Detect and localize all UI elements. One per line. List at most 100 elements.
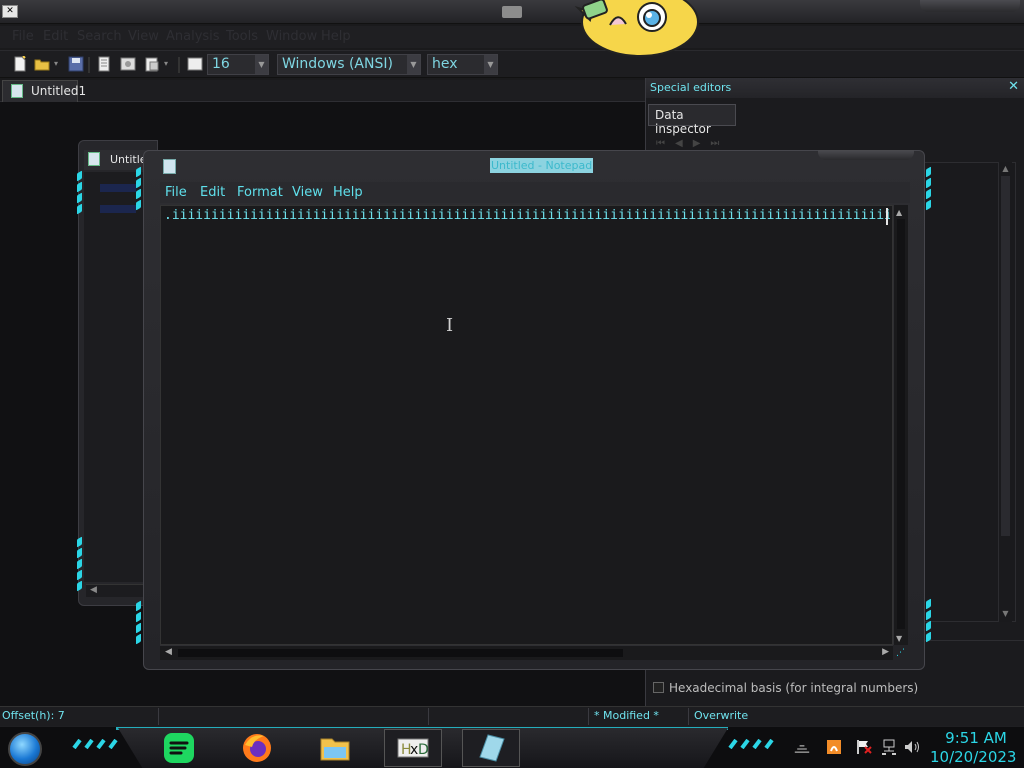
scroll-right-icon[interactable]: ▶ (882, 647, 889, 657)
frame-accent-left-bottom (77, 536, 83, 593)
tab-untitled1[interactable]: Untitled1 (2, 80, 86, 102)
menu-window[interactable]: Window (266, 29, 317, 44)
hex-basis-label: Hexadecimal basis (for integral numbers) (669, 681, 919, 695)
hxd-menu-bar: File Edit Search View Analysis Tools Win… (0, 26, 1024, 48)
vertical-scrollbar[interactable]: ▲ ▼ (893, 205, 908, 645)
frame-accent-left-top (136, 166, 142, 212)
notepad-icon[interactable] (163, 159, 176, 174)
hxd-app-icon[interactable]: ✕ (2, 5, 18, 18)
tab-data-inspector[interactable]: Data inspector (648, 104, 736, 136)
notepad-text-area[interactable] (160, 205, 893, 645)
chevron-down-icon[interactable]: ▼ (407, 55, 420, 74)
child-blurred-text (100, 184, 136, 192)
hex-basis-checkbox[interactable] (653, 682, 664, 693)
ram-editor-icon[interactable] (144, 56, 160, 72)
child-tab-label: Untitle (110, 153, 147, 166)
vertical-scrollbar[interactable]: ▲ ▼ (998, 162, 1012, 622)
copy-page-icon[interactable] (96, 56, 112, 72)
hxd-title-bar: ✕ (0, 0, 1024, 24)
taskbar: H x D (0, 726, 1024, 768)
scroll-track[interactable] (897, 219, 905, 629)
anime-character-sticker (574, 0, 699, 57)
offset-base-select[interactable]: hex ▼ (427, 54, 498, 75)
notepad-title: Untitled - Notepad (490, 158, 594, 173)
child-blurred-text (100, 205, 136, 213)
chevron-down-icon[interactable]: ▼ (255, 55, 268, 74)
hex-file-icon (88, 152, 100, 166)
java-update-icon[interactable] (826, 739, 842, 755)
scroll-left-icon[interactable]: ◀ (165, 647, 172, 657)
resize-grip-icon[interactable]: ⋰ (896, 648, 905, 658)
clock-date[interactable]: 10/20/2023 (930, 748, 1016, 766)
scroll-down-icon[interactable]: ▼ (896, 634, 902, 643)
scroll-thumb[interactable] (1001, 176, 1010, 536)
bytes-per-row-select[interactable]: 16 ▼ (207, 54, 269, 75)
svg-text:D: D (418, 742, 429, 758)
hxd-tab-strip: Untitled1 (0, 80, 645, 102)
bytes-per-row-value: 16 (212, 56, 230, 72)
action-center-flag-icon[interactable] (856, 739, 872, 755)
disk-editor-icon[interactable] (120, 56, 136, 72)
show-hidden-icons-icon[interactable] (794, 741, 810, 757)
hxd-status-bar: Offset(h): 7 * Modified * Overwrite (0, 706, 1024, 726)
menu-analysis[interactable]: Analysis (166, 29, 220, 44)
menu-help[interactable]: Help (333, 185, 363, 200)
network-icon[interactable] (881, 739, 897, 755)
status-mode: Overwrite (694, 709, 749, 722)
bytes-per-row-icon (187, 57, 203, 71)
tools-dropdown-arrow[interactable]: ▾ (164, 59, 168, 68)
volume-icon[interactable] (904, 739, 920, 755)
notepad-menu-bar: File Edit Format View Help (160, 182, 910, 203)
taskbar-accent-right (728, 739, 774, 749)
spotify-icon[interactable] (162, 731, 196, 765)
clock-time[interactable]: 9:51 AM (936, 729, 1016, 747)
menu-view[interactable]: View (128, 29, 159, 44)
taskbar-accent-left (72, 739, 118, 749)
notepad-icon[interactable] (474, 731, 508, 765)
frame-accent-left-top (77, 170, 83, 216)
close-icon[interactable]: ✕ (1008, 79, 1019, 94)
special-editors-header: Special editors ✕ (646, 78, 1024, 98)
start-button[interactable] (8, 732, 42, 766)
window-controls[interactable] (920, 0, 1020, 12)
horizontal-scrollbar[interactable]: ◀ (86, 584, 146, 597)
menu-search[interactable]: Search (77, 29, 122, 44)
tab-label: Data inspector (655, 108, 711, 136)
menu-tools[interactable]: Tools (226, 29, 258, 44)
hxd-icon[interactable]: H x D (396, 731, 430, 765)
menu-view[interactable]: View (292, 185, 323, 200)
firefox-icon[interactable] (240, 731, 274, 765)
child-editor-area[interactable] (84, 172, 146, 582)
offset-base-value: hex (432, 56, 458, 72)
open-folder-icon[interactable] (34, 56, 50, 72)
status-separator (428, 708, 429, 725)
menu-file[interactable]: File (12, 29, 34, 44)
scroll-up-icon[interactable]: ▲ (1000, 164, 1011, 175)
menu-file[interactable]: File (165, 185, 187, 200)
file-explorer-icon[interactable] (318, 731, 352, 765)
chevron-down-icon[interactable]: ▼ (484, 55, 497, 74)
frame-accent-right-top (926, 166, 932, 212)
menu-help[interactable]: Help (321, 29, 351, 44)
special-editors-title: Special editors (650, 81, 732, 94)
toolbar-separator (88, 57, 90, 73)
horizontal-scrollbar[interactable]: ◀ ▶ (160, 645, 893, 660)
menu-format[interactable]: Format (237, 185, 283, 200)
charset-select[interactable]: Windows (ANSI) ▼ (277, 54, 421, 75)
hex-file-icon (11, 84, 23, 98)
tab-label: Untitled1 (31, 84, 87, 98)
window-controls[interactable] (818, 150, 914, 160)
menu-edit[interactable]: Edit (200, 185, 225, 200)
inspector-nav-buttons[interactable]: ⏮◀▶⏭ (656, 138, 756, 150)
new-file-icon[interactable] (12, 56, 28, 72)
scroll-down-icon[interactable]: ▼ (1000, 609, 1011, 620)
hxd-toolbar: ▾ ▾ 16 ▼ Windows (ANSI) ▼ hex ▼ (0, 50, 1024, 78)
save-icon[interactable] (68, 56, 84, 72)
open-dropdown-arrow[interactable]: ▾ (54, 59, 58, 68)
status-separator (158, 708, 159, 725)
menu-edit[interactable]: Edit (43, 29, 68, 44)
frame-accent-left-bottom (136, 600, 142, 646)
notepad-content: .iiiiiiiiiiiiiiiiiiiiiiiiiiiiiiiiiiiiiii… (164, 208, 890, 223)
scroll-thumb[interactable] (178, 649, 623, 657)
scroll-up-icon[interactable]: ▲ (896, 208, 902, 217)
